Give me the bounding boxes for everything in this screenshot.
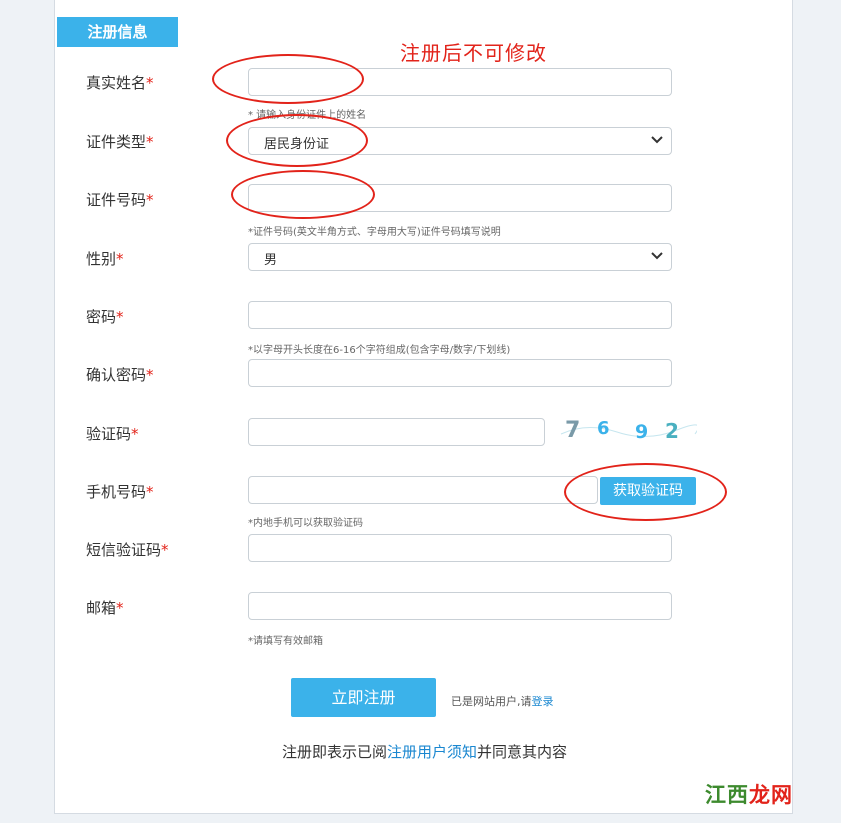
phone-label: 手机号码* [86, 483, 154, 501]
chevron-down-icon [651, 252, 663, 260]
gender-value: 男 [264, 253, 278, 268]
captcha-image[interactable]: 7 6 9 2 [557, 410, 697, 450]
user-agreement-link[interactable]: 注册用户须知 [387, 743, 477, 761]
get-sms-code-button[interactable]: 获取验证码 [600, 477, 696, 505]
captcha-digit: 6 [597, 418, 610, 439]
required-mark: * [146, 133, 154, 151]
annotation-note: 注册后不可修改 [400, 41, 547, 65]
required-mark: * [131, 425, 139, 443]
phone-hint: *内地手机可以获取验证码 [248, 518, 363, 529]
sms-code-label: 短信验证码* [86, 541, 169, 559]
required-mark: * [146, 74, 154, 92]
required-mark: * [161, 541, 169, 559]
confirm-password-label: 确认密码* [86, 366, 154, 384]
required-mark: * [116, 308, 124, 326]
captcha-input[interactable] [248, 418, 545, 446]
required-mark: * [116, 599, 124, 617]
agreement-line: 注册即表示已阅注册用户须知并同意其内容 [281, 743, 568, 761]
watermark-logo: 江西龙网 [705, 783, 793, 807]
register-button[interactable]: 立即注册 [291, 678, 436, 717]
id-number-hint: *证件号码(英文半角方式、字母用大写)证件号码填写说明 [248, 227, 501, 238]
id-number-input[interactable] [248, 184, 672, 212]
id-type-select[interactable]: 居民身份证 [248, 127, 672, 155]
chevron-down-icon [651, 136, 663, 144]
password-hint: *以字母开头长度在6-16个字符组成(包含字母/数字/下划线) [248, 345, 511, 356]
captcha-digit: 7 [565, 418, 580, 443]
real-name-input[interactable] [248, 68, 672, 96]
required-mark: * [116, 250, 124, 268]
real-name-label: 真实姓名* [86, 74, 154, 92]
phone-input[interactable] [248, 476, 598, 504]
registration-panel: 注册信息 注册后不可修改 真实姓名* * 请输入身份证件上的姓名 证件类型* 居… [54, 0, 793, 814]
captcha-digit: 9 [635, 421, 648, 443]
required-mark: * [146, 483, 154, 501]
password-input[interactable] [248, 301, 672, 329]
id-type-value: 居民身份证 [264, 137, 330, 152]
password-label: 密码* [86, 308, 124, 326]
login-prompt: 已是网站用户,请登录 [451, 695, 554, 708]
id-type-label: 证件类型* [86, 133, 154, 151]
captcha-label: 验证码* [86, 425, 139, 443]
sms-code-input[interactable] [248, 534, 672, 562]
required-mark: * [146, 366, 154, 384]
email-label: 邮箱* [86, 599, 124, 617]
login-link[interactable]: 登录 [532, 695, 554, 708]
section-title-tab: 注册信息 [57, 17, 178, 47]
real-name-hint: * 请输入身份证件上的姓名 [248, 110, 367, 121]
confirm-password-input[interactable] [248, 359, 672, 387]
captcha-digit: 2 [665, 419, 679, 443]
email-input[interactable] [248, 592, 672, 620]
gender-label: 性别* [86, 250, 124, 268]
gender-select[interactable]: 男 [248, 243, 672, 271]
required-mark: * [146, 191, 154, 209]
email-hint: *请填写有效邮箱 [248, 636, 323, 647]
id-number-label: 证件号码* [86, 191, 154, 209]
